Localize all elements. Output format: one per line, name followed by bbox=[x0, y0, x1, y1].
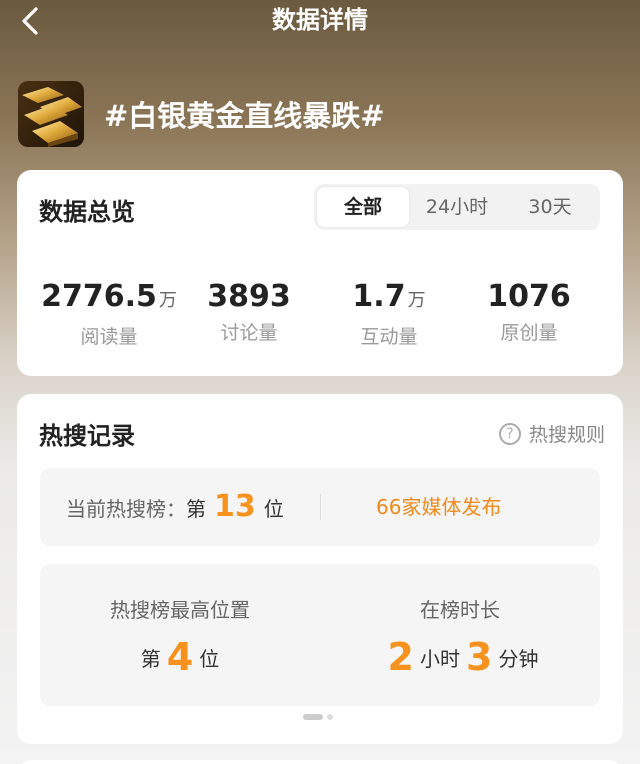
gold-bars-image[interactable] bbox=[18, 81, 84, 147]
stat-reads: 2776.5 万 阅读量 bbox=[39, 280, 179, 349]
topic-title: #白银黄金直线暴跌# bbox=[104, 99, 385, 133]
duration-hours: 2 bbox=[387, 635, 414, 679]
hours-unit: 小时 bbox=[420, 647, 460, 671]
duration-minutes: 3 bbox=[466, 635, 493, 679]
stat-interactions: 1.7 万 互动量 bbox=[319, 280, 459, 349]
minutes-unit: 分钟 bbox=[498, 647, 539, 671]
peak-rank-label: 热搜榜最高位置 bbox=[110, 598, 250, 622]
stat-unit: 万 bbox=[407, 290, 426, 311]
stat-label: 互动量 bbox=[360, 326, 418, 348]
page-dot-active bbox=[303, 714, 323, 720]
stat-value: 3893 bbox=[207, 279, 291, 314]
media-count-link[interactable]: 66家媒体发布 bbox=[376, 468, 501, 546]
tab-all[interactable]: 全部 bbox=[317, 187, 409, 227]
tab-24h[interactable]: 24小时 bbox=[412, 187, 502, 227]
overview-title: 数据总览 bbox=[39, 198, 135, 226]
rules-label: 热搜规则 bbox=[528, 424, 605, 446]
current-rank-box: 当前热搜榜：第 13 位 66家媒体发布 bbox=[40, 468, 600, 546]
time-range-tabs: 全部 24小时 30天 bbox=[314, 184, 600, 230]
stat-label: 阅读量 bbox=[80, 326, 138, 348]
page-dot bbox=[327, 714, 333, 720]
peak-rank: 热搜榜最高位置 第4位 bbox=[40, 594, 320, 679]
rank-prefix: 第 bbox=[140, 647, 161, 671]
hot-search-rules-link[interactable]: ? 热搜规则 bbox=[498, 420, 605, 447]
current-rank-label: 当前热搜榜： bbox=[66, 497, 186, 521]
current-rank: 当前热搜榜：第 13 位 bbox=[66, 468, 284, 546]
stat-originals: 1076 原创量 bbox=[459, 280, 599, 345]
hot-search-title: 热搜记录 bbox=[39, 422, 135, 450]
peak-rank-number: 4 bbox=[166, 635, 194, 679]
next-card bbox=[17, 760, 623, 764]
stat-value: 2776.5 bbox=[41, 279, 157, 314]
page-indicator[interactable] bbox=[303, 714, 333, 720]
page-title: 数据详情 bbox=[272, 6, 368, 34]
rank-history-box: 热搜榜最高位置 第4位 在榜时长 2 小时 3 分钟 bbox=[40, 564, 600, 706]
time-on-list: 在榜时长 2 小时 3 分钟 bbox=[320, 594, 600, 679]
overview-card: 数据总览 全部 24小时 30天 2776.5 万 阅读量 3893 讨论量 1.… bbox=[17, 170, 623, 376]
stat-label: 原创量 bbox=[500, 322, 558, 344]
current-rank-number: 13 bbox=[214, 489, 256, 524]
tab-30d[interactable]: 30天 bbox=[504, 187, 596, 227]
rank-suffix: 位 bbox=[199, 647, 220, 671]
rank-prefix: 第 bbox=[186, 497, 206, 521]
stat-label: 讨论量 bbox=[220, 322, 278, 344]
top-bar: 数据详情 bbox=[0, 0, 640, 44]
stat-value: 1.7 bbox=[352, 279, 406, 314]
time-on-list-label: 在榜时长 bbox=[420, 598, 500, 622]
stat-unit: 万 bbox=[158, 290, 177, 311]
stat-discussions: 3893 讨论量 bbox=[179, 280, 319, 345]
rank-suffix: 位 bbox=[263, 497, 284, 521]
divider bbox=[320, 494, 321, 520]
question-circle-icon: ? bbox=[498, 422, 521, 445]
stat-value: 1076 bbox=[487, 279, 571, 314]
hot-search-card: 热搜记录 ? 热搜规则 当前热搜榜：第 13 位 66家媒体发布 热搜榜最高位置 第… bbox=[17, 394, 623, 744]
topic-header: #白银黄金直线暴跌# bbox=[18, 80, 385, 148]
